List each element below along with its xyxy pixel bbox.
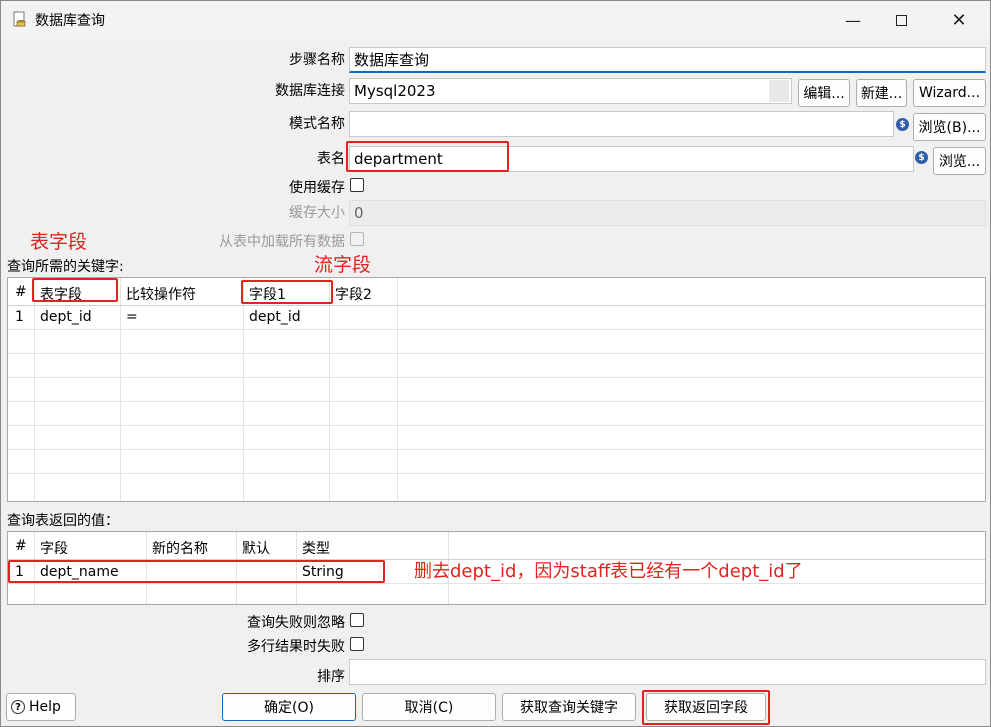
connection-value: Mysql2023 [354, 82, 436, 100]
table-label: 表名 [317, 151, 345, 167]
database-app-icon [13, 11, 26, 27]
keys-table[interactable]: # 表字段 比较操作符 字段1 字段2 1 dept_id = dept_id [7, 277, 986, 502]
new-connection-button[interactable]: 新建... [856, 79, 907, 107]
variable-icon: $ [896, 118, 909, 131]
order-input[interactable] [349, 659, 986, 685]
column-header[interactable]: 比较操作符 [126, 284, 196, 304]
column-header[interactable]: 新的名称 [152, 538, 208, 558]
window-title: 数据库查询 [35, 13, 105, 29]
use-cache-checkbox[interactable] [350, 178, 364, 192]
connection-select[interactable]: Mysql2023 [349, 78, 792, 104]
cache-size-input: 0 [349, 200, 986, 226]
column-header[interactable]: # [15, 284, 27, 300]
ok-button[interactable]: 确定(O) [222, 693, 356, 721]
browse-schema-button[interactable]: 浏览(B)... [913, 113, 986, 141]
annotation-stream-field: 流字段 [314, 254, 372, 276]
help-icon: ? [11, 700, 25, 714]
variable-icon: $ [915, 151, 928, 164]
wizard-button[interactable]: Wizard... [913, 79, 986, 107]
order-label: 排序 [317, 669, 345, 685]
edit-connection-button[interactable]: 编辑... [798, 79, 850, 107]
row-number: 1 [15, 309, 24, 325]
dropdown-arrow-icon[interactable] [769, 80, 789, 102]
ignore-fail-checkbox[interactable] [350, 613, 364, 627]
ignore-fail-label: 查询失败则忽略 [247, 615, 345, 631]
keys-section-label: 查询所需的关键字: [7, 259, 124, 275]
annotation-row-box [8, 560, 385, 583]
annotation-note: 删去dept_id，因为staff表已经有一个dept_id了 [414, 561, 803, 582]
get-keys-button[interactable]: 获取查询关键字 [502, 693, 636, 721]
browse-table-button[interactable]: 浏览... [933, 147, 986, 175]
close-icon[interactable]: ✕ [936, 1, 982, 39]
annotation-get-fields-box [642, 690, 770, 725]
column-header[interactable]: # [15, 538, 27, 554]
annotation-stream-field-box [241, 280, 333, 304]
cache-size-label: 缓存大小 [289, 205, 345, 221]
help-button[interactable]: ? Help [6, 693, 76, 721]
connection-label: 数据库连接 [275, 83, 345, 99]
annotation-table-field: 表字段 [30, 231, 88, 253]
load-all-label: 从表中加载所有数据 [219, 234, 345, 250]
maximize-icon[interactable] [878, 1, 924, 39]
return-section-label: 查询表返回的值： [7, 513, 119, 529]
cancel-button[interactable]: 取消(C) [362, 693, 496, 721]
fail-multi-label: 多行结果时失败 [247, 639, 345, 655]
table-cell[interactable]: dept_id [40, 309, 92, 325]
title-bar: 数据库查询 — ✕ [1, 1, 990, 39]
help-label: Help [29, 699, 61, 715]
table-cell[interactable]: dept_id [249, 309, 301, 325]
annotation-table-box [346, 141, 509, 172]
use-cache-label: 使用缓存 [289, 180, 345, 196]
schema-input[interactable] [349, 111, 894, 137]
annotation-table-field-box [32, 278, 118, 302]
step-name-input[interactable]: 数据库查询 [349, 47, 986, 73]
load-all-checkbox [350, 232, 364, 246]
column-header[interactable]: 默认 [242, 538, 270, 558]
fail-multi-checkbox[interactable] [350, 637, 364, 651]
step-name-label: 步骤名称 [289, 52, 345, 68]
column-header[interactable]: 字段2 [335, 284, 372, 304]
minimize-icon[interactable]: — [830, 1, 876, 39]
table-cell[interactable]: = [126, 309, 138, 325]
column-header[interactable]: 字段 [40, 538, 68, 558]
column-header[interactable]: 类型 [302, 538, 330, 558]
schema-label: 模式名称 [289, 116, 345, 132]
